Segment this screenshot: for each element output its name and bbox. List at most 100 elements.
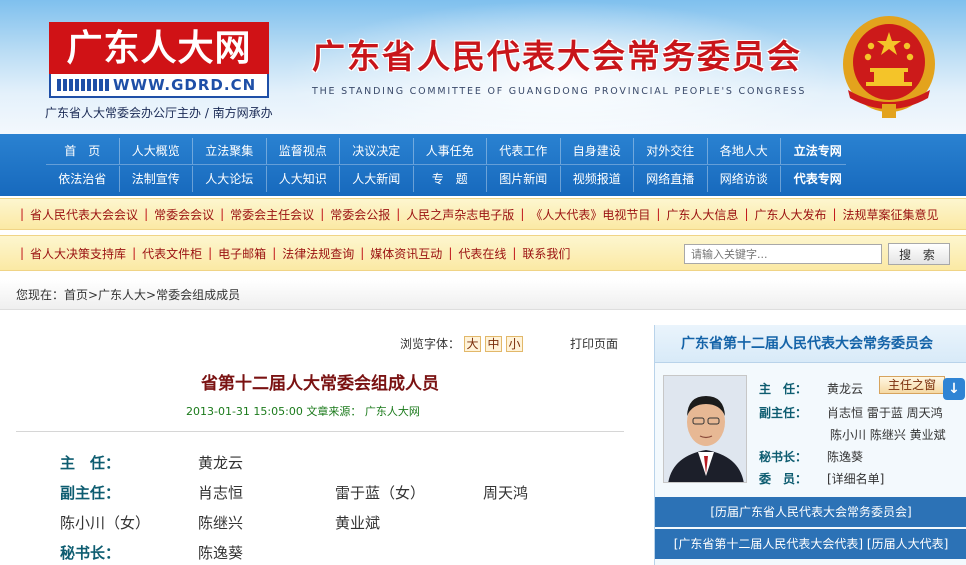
quick-links-bar: | 省人民代表大会会议 | 常委会会议 | 常委会主任会议 | 常委会公报 | 人民之声杂… — [0, 198, 966, 230]
nav-home[interactable]: 首 页 — [46, 138, 120, 164]
nav-forum[interactable]: 人大论坛 — [193, 166, 267, 192]
nav-self-building[interactable]: 自身建设 — [561, 138, 634, 164]
nav-legislation-focus[interactable]: 立法聚集 — [193, 138, 267, 164]
sidebar-secretary-row: 秘书长： 陈逸葵 — [759, 448, 863, 465]
sidebar-member-row: 委 员： [详细名单] — [759, 470, 884, 487]
print-link[interactable]: 打印页面 — [570, 335, 618, 352]
link-deputy-files[interactable]: 代表文件柜 — [142, 245, 202, 262]
breadcrumb-bar: 您现在：首页>广东人大>常委会组成成员 — [0, 280, 966, 310]
nav-legal-publicity[interactable]: 法制宣传 — [120, 166, 193, 192]
article-meta: 2013-01-31 15:05:00 文章来源： 广东人大网 — [186, 405, 420, 418]
national-emblem-icon — [843, 16, 935, 118]
director-window-button[interactable]: 主任之窗 — [879, 376, 945, 394]
link-bulletin[interactable]: 常委会公报 — [330, 206, 390, 223]
deputy-name: 肖志恒 — [198, 484, 244, 502]
logo-train-icon — [57, 79, 109, 91]
sidebar-deputy-row: 副主任： 肖志恒 雷于蓝 周天鸿 — [759, 404, 943, 421]
deputy-name: 陈小川（女） — [60, 514, 151, 532]
nav-overview[interactable]: 人大概览 — [120, 138, 193, 164]
link-director-meeting[interactable]: 常委会主任会议 — [230, 206, 314, 223]
logo-url-strip: WWW.GDRD.CN — [49, 74, 269, 98]
director-name: 黄龙云 — [198, 454, 244, 472]
breadcrumb[interactable]: 您现在：首页>广东人大>常委会组成成员 — [16, 280, 240, 310]
member-row-deputies-1: 副主任： 肖志恒 雷于蓝（女） 周天鸿 — [60, 482, 620, 504]
main-nav-row-2: 依法治省 法制宣传 人大论坛 人大知识 人大新闻 专 题 图片新闻 视频报道 网… — [46, 166, 855, 192]
search-input[interactable] — [684, 244, 882, 264]
sidebar-deputy-label: 副主任： — [759, 406, 808, 420]
nav-legislation-site[interactable]: 立法专网 — [781, 138, 855, 164]
director-portrait-icon — [664, 376, 746, 482]
font-small-button[interactable]: 小 — [506, 335, 524, 352]
nav-video[interactable]: 视频报道 — [561, 166, 634, 192]
deputy-name: 陈继兴 — [198, 514, 244, 532]
secretary-label: 秘书长： — [60, 544, 121, 562]
sidebar-header: 广东省第十二届人民代表大会常务委员会 — [655, 325, 966, 363]
nav-deputy-site[interactable]: 代表专网 — [781, 166, 855, 192]
tool-links: | 省人大决策支持库 | 代表文件柜 | 电子邮箱 | 法律法规查询 | 媒体资讯互动 |… — [20, 245, 571, 262]
deputy-name: 黄业斌 — [335, 514, 381, 532]
link-media[interactable]: 媒体资讯互动 — [370, 245, 442, 262]
search-button[interactable]: 搜 索 — [888, 243, 950, 265]
article: 浏览字体： 大 中 小 打印页面 省第十二届人大常委会组成人员 2013-01-… — [0, 311, 640, 565]
link-decision-db[interactable]: 省人大决策支持库 — [30, 245, 126, 262]
link-draft-opinions[interactable]: 法规草案征集意见 — [843, 206, 939, 223]
link-tv-program[interactable]: 《人大代表》电视节目 — [530, 206, 650, 223]
link-current-deputies[interactable]: [广东省第十二届人民代表大会代表] [历届人大代表] — [655, 529, 966, 559]
article-divider — [16, 431, 624, 432]
link-info[interactable]: 广东人大信息 — [666, 206, 738, 223]
link-congress-session[interactable]: 省人民代表大会会议 — [30, 206, 138, 223]
sponsor-text: 广东省人大常委会办公厅主办 / 南方网承办 — [45, 106, 273, 120]
sidebar-secretary-label: 秘书长： — [759, 450, 808, 464]
site-header: 广东人大网 WWW.GDRD.CN 广东省人大常委会办公厅主办 / 南方网承办 … — [0, 0, 966, 134]
nav-interview[interactable]: 网络访谈 — [708, 166, 781, 192]
link-law-query[interactable]: 法律法规查询 — [282, 245, 354, 262]
nav-supervision[interactable]: 监督视点 — [267, 138, 340, 164]
nav-topics[interactable]: 专 题 — [414, 166, 487, 192]
link-deputy-online[interactable]: 代表在线 — [458, 245, 506, 262]
nav-news[interactable]: 人大新闻 — [340, 166, 414, 192]
nav-live[interactable]: 网络直播 — [634, 166, 708, 192]
member-row-deputies-2: 陈小川（女） 陈继兴 黄业斌 — [60, 512, 620, 534]
nav-resolutions[interactable]: 决议决定 — [340, 138, 414, 164]
member-row-director: 主 任： 黄龙云 — [60, 452, 620, 474]
nav-local-congress[interactable]: 各地人大 — [708, 138, 781, 164]
font-large-button[interactable]: 大 — [464, 335, 482, 352]
arrow-down-icon[interactable]: ↓ — [943, 378, 965, 400]
logo-title: 广东人大网 — [49, 22, 269, 74]
quick-links: | 省人民代表大会会议 | 常委会会议 | 常委会主任会议 | 常委会公报 | 人民之声杂… — [20, 206, 939, 223]
deputy-name: 雷于蓝（女） — [335, 484, 426, 502]
font-medium-button[interactable]: 中 — [485, 335, 503, 352]
link-email[interactable]: 电子邮箱 — [218, 245, 266, 262]
deputy-label: 副主任： — [60, 484, 121, 502]
sidebar-deputies-1[interactable]: 肖志恒 雷于蓝 周天鸿 — [827, 406, 943, 420]
link-contact[interactable]: 联系我们 — [522, 245, 570, 262]
sidebar-secretary-name[interactable]: 陈逸葵 — [827, 450, 863, 464]
sidebar-member-label: 委 员： — [759, 472, 808, 486]
site-title: 广东省人民代表大会常务委员会 — [312, 37, 802, 76]
nav-foreign-exchange[interactable]: 对外交往 — [634, 138, 708, 164]
link-standing-meeting[interactable]: 常委会会议 — [154, 206, 214, 223]
sidebar-director-name[interactable]: 黄龙云 — [827, 382, 863, 396]
nav-divider — [46, 164, 846, 165]
secretary-name: 陈逸葵 — [198, 544, 244, 562]
nav-appointments[interactable]: 人事任免 — [414, 138, 487, 164]
link-release[interactable]: 广东人大发布 — [754, 206, 826, 223]
nav-photo-news[interactable]: 图片新闻 — [487, 166, 561, 192]
site-subtitle: THE STANDING COMMITTEE OF GUANGDONG PROV… — [312, 86, 807, 97]
link-past-committees[interactable]: [历届广东省人民代表大会常务委员会] — [655, 497, 966, 527]
logo-url: WWW.GDRD.CN — [113, 76, 257, 94]
nav-knowledge[interactable]: 人大知识 — [267, 166, 340, 192]
site-logo[interactable]: 广东人大网 WWW.GDRD.CN — [49, 22, 269, 100]
sidebar-member-list-link[interactable]: [详细名单] — [827, 472, 884, 486]
sidebar-deputies-2[interactable]: 陈小川 陈继兴 黄业斌 — [830, 428, 946, 442]
director-photo — [663, 375, 747, 483]
nav-deputy-work[interactable]: 代表工作 — [487, 138, 561, 164]
committee-sidebar: 广东省第十二届人民代表大会常务委员会 主 任： 黄龙云 主任之窗 ↓ 副主任： 肖志… — [654, 325, 966, 565]
sidebar-deputy-row-2: 陈小川 陈继兴 黄业斌 — [830, 426, 946, 443]
main-nav-row-1: 首 页 人大概览 立法聚集 监督视点 决议决定 人事任免 代表工作 自身建设 对… — [46, 138, 855, 164]
member-row-secretary: 秘书长： 陈逸葵 — [60, 542, 620, 564]
sidebar-title: 广东省第十二届人民代表大会常务委员会 — [681, 336, 933, 352]
link-magazine[interactable]: 人民之声杂志电子版 — [406, 206, 514, 223]
article-title: 省第十二届人大常委会组成人员 — [201, 374, 439, 394]
nav-rule-of-law[interactable]: 依法治省 — [46, 166, 120, 192]
